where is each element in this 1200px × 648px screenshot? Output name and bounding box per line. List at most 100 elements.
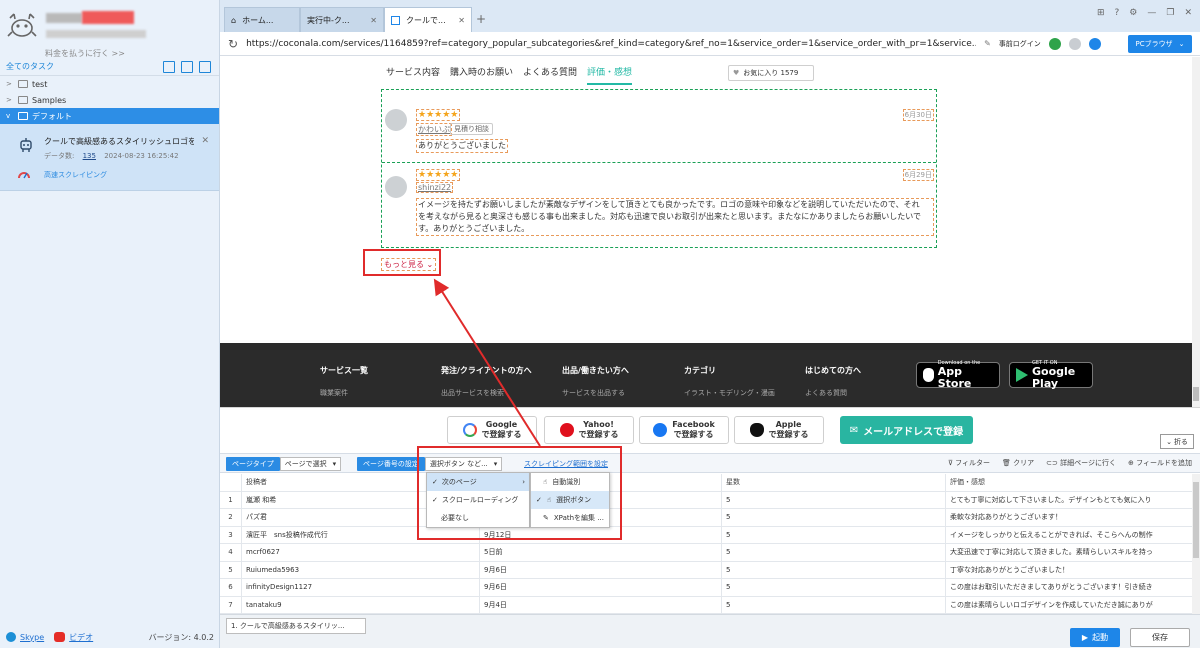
filter-icon: ⊽ <box>947 459 953 467</box>
footer-link[interactable]: 職業案件 <box>320 388 348 398</box>
robot-icon <box>20 138 32 152</box>
extension-icon[interactable] <box>1068 37 1081 50</box>
scroll-thumb[interactable] <box>1193 387 1199 401</box>
restore-icon[interactable]: ❐ <box>1166 8 1174 18</box>
table-row[interactable]: 4 mcrf0627 5日前 5 大変迅速で丁寧に対応して頂きました。素晴らしいスキルを… <box>220 544 1192 562</box>
scroll-thumb[interactable] <box>1193 482 1199 558</box>
google-play-badge[interactable]: GET IT ON Google Play <box>1009 360 1093 390</box>
btn-line: Facebook <box>672 420 715 429</box>
clear-label: クリア <box>1013 459 1035 467</box>
apple-icon <box>923 368 934 382</box>
google-signup-button[interactable]: Google で登録する <box>447 416 537 444</box>
new-task-icon[interactable] <box>181 60 193 73</box>
pre-login[interactable]: 事前ログイン <box>999 39 1041 49</box>
table-row[interactable]: 2 パズ君 5 柔軟な対応ありがとうございます！ <box>220 509 1192 527</box>
close-icon[interactable]: ✕ <box>458 16 465 25</box>
footer-heading[interactable]: 出品/働きたい方へ <box>562 365 629 376</box>
app-store-badge[interactable]: Download on the App Store <box>916 360 1000 390</box>
review-text: イメージを持たずお願いしましたが素敵なデザインをして頂きとても良かったです。ロゴ… <box>416 198 934 236</box>
skype-link[interactable]: Skype <box>20 633 44 642</box>
chevron-right-icon: > <box>6 80 12 88</box>
footer-link[interactable]: サービスを出品する <box>562 388 625 398</box>
review-text: ありがとうございました <box>416 139 508 153</box>
subnav-faq[interactable]: よくある質問 <box>523 65 577 85</box>
folder-label: Samples <box>32 95 67 105</box>
footer-link[interactable]: 出品サービスを検索 <box>441 388 504 398</box>
gift-icon[interactable]: ⊞ <box>1097 8 1105 18</box>
tab-bar: ⌂ ホーム... 実行中-ク... ✕ クールで... ✕ + ⊞ ? ⚙ — … <box>220 0 1200 32</box>
facebook-signup-button[interactable]: Facebook で登録する <box>639 416 729 444</box>
footer-heading[interactable]: はじめての方へ <box>805 365 861 376</box>
page-type-select[interactable]: ページで選択 ▾ <box>279 457 342 471</box>
more-button[interactable]: もっと見る ⌄ <box>381 258 437 271</box>
footer-link[interactable]: イラスト・モデリング・漫画 <box>684 388 775 398</box>
import-task-icon[interactable] <box>163 60 175 73</box>
table-row[interactable]: 5 Ruiumeda5963 9月6日 5 丁寧な対応ありがとうございました！ <box>220 561 1192 579</box>
right-tools: ⊽ フィルター 🗑 クリア ⊂⊃ 詳細ページに行く ⊕ フィールドを追加 <box>948 458 1192 468</box>
extension-icon[interactable] <box>1088 37 1101 50</box>
subnav-service[interactable]: サービス内容 <box>386 65 440 85</box>
footer-heading[interactable]: 発注/クライアントの方へ <box>441 365 532 376</box>
footer-heading[interactable]: サービス一覧 <box>320 365 368 376</box>
tab-home[interactable]: ⌂ ホーム... <box>224 7 300 32</box>
save-button[interactable]: 保存 <box>1130 628 1190 647</box>
task-item[interactable]: クールで高級感あるスタイリッシュロゴを... ✕ データ数: 135 2024-… <box>0 124 219 191</box>
clear-button[interactable]: 🗑 クリア <box>1002 458 1034 468</box>
subnav-request[interactable]: 購入時のお願い <box>450 65 513 85</box>
btn-line: Google <box>485 420 518 429</box>
start-button[interactable]: ▶ 起動 <box>1070 628 1120 647</box>
folder-samples[interactable]: > Samples <box>0 92 219 108</box>
detail-page-button[interactable]: ⊂⊃ 詳細ページに行く <box>1046 458 1116 468</box>
table-row[interactable]: 3 濱匠平 sns投稿作成代行 9月12日 5 イメージをしっかりと伝えることができれば… <box>220 526 1192 544</box>
extension-icon[interactable] <box>1048 37 1061 50</box>
google-icon <box>462 423 477 437</box>
page-scrollbar[interactable] <box>1192 57 1200 407</box>
close-icon[interactable]: ✕ <box>201 136 209 146</box>
filter-button[interactable]: ⊽ フィルター <box>948 458 990 468</box>
favorite-button[interactable]: ♥ お気に入り 1579 <box>728 65 814 81</box>
yahoo-signup-button[interactable]: Yahoo! で登録する <box>544 416 634 444</box>
header-cell[interactable]: 星数 <box>722 474 946 491</box>
reviewer-name[interactable]: かわいぷ <box>416 123 452 136</box>
folder-default[interactable]: v デフォルト <box>0 108 219 124</box>
table-row[interactable]: 1 嵐瀬 和希 5 とても丁寧に対応して下さいました。デザインもとても気に入り <box>220 491 1192 509</box>
all-tasks-label[interactable]: 全てのタスク <box>6 61 54 72</box>
add-field-button[interactable]: ⊕ フィールドを追加 <box>1128 458 1192 468</box>
apple-signup-button[interactable]: Apple で登録する <box>734 416 824 444</box>
pay-link[interactable]: 料金を払うに行く >> <box>0 48 170 59</box>
minimize-icon[interactable]: — <box>1147 8 1156 18</box>
reload-icon[interactable]: ↻ <box>228 37 238 51</box>
data-count-link[interactable]: 135 <box>83 152 96 160</box>
table-cell: 5 <box>722 596 946 613</box>
table-row[interactable]: 7 tanataku9 9月4日 5 この度は素晴らしいロゴデザインを作成していただき誠… <box>220 596 1192 614</box>
subnav-reviews[interactable]: 評価・感想 <box>587 65 633 85</box>
help-icon[interactable]: ? <box>1115 8 1120 18</box>
chevron-down-icon: v <box>6 112 11 120</box>
folder-test[interactable]: > test <box>0 76 219 92</box>
footer-link[interactable]: よくある質問 <box>805 388 847 398</box>
scrape-mode: 高速スクレイピング <box>44 171 107 179</box>
video-link[interactable]: ビデオ <box>69 632 93 643</box>
pc-browser-button[interactable]: PCブラウザ ⌄ <box>1128 35 1192 53</box>
edit-icon[interactable]: ✎ <box>984 39 991 48</box>
table-cell: 大変迅速で丁寧に対応して頂きました。素晴らしいスキルを持っ <box>950 548 1153 557</box>
tab-running[interactable]: 実行中-ク... ✕ <box>300 7 384 32</box>
url-field[interactable]: https://coconala.com/services/1164859?re… <box>246 39 976 49</box>
footer-heading[interactable]: カテゴリ <box>684 365 716 376</box>
fold-button[interactable]: ⌄ 折る <box>1160 434 1194 449</box>
table-scrollbar[interactable] <box>1192 474 1200 614</box>
new-tab-button[interactable]: + <box>476 12 486 26</box>
task-tab[interactable]: 1. クールで高級感あるスタイリッ... <box>226 618 366 634</box>
header-cell[interactable]: 評価・感想 <box>946 474 1192 491</box>
table-cell: 9月6日 <box>480 561 722 578</box>
search-task-icon[interactable] <box>199 60 211 73</box>
mail-signup-button[interactable]: ✉ メールアドレスで登録 <box>840 416 973 444</box>
highlight-box: もっと見る ⌄ <box>363 249 441 276</box>
table-row[interactable]: 6 infinityDesign1127 9月6日 5 この度はお取引いただきましてあり… <box>220 579 1192 597</box>
tab-coconala[interactable]: クールで... ✕ <box>384 7 472 32</box>
reviewer-name[interactable]: shinzi22 <box>416 182 454 193</box>
close-window-icon[interactable]: ✕ <box>1184 8 1192 18</box>
settings-icon[interactable]: ⚙ <box>1129 8 1137 18</box>
close-icon[interactable]: ✕ <box>370 16 377 25</box>
table-cell: 5 <box>722 544 946 561</box>
